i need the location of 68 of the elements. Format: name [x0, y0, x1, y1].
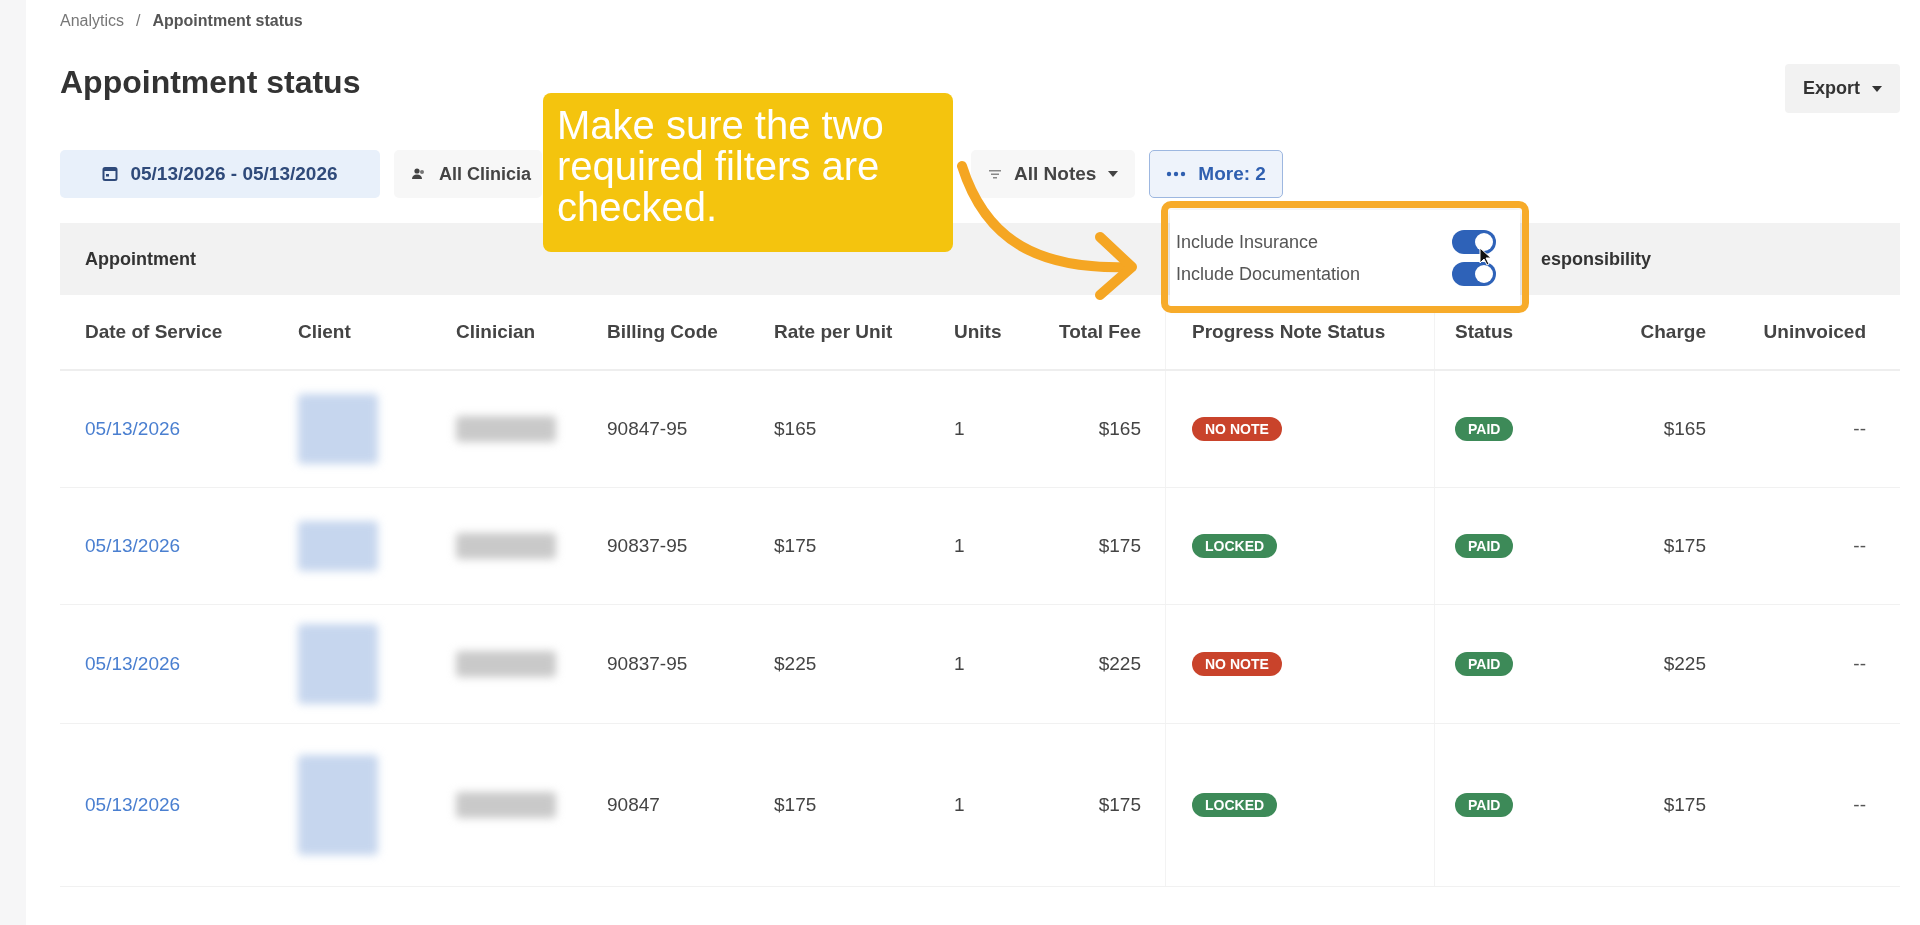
caret-icon — [1872, 85, 1882, 92]
status-badge: PAID — [1455, 417, 1514, 441]
calendar-icon — [102, 166, 119, 182]
page-title: Appointment status — [60, 66, 361, 98]
table-cell: $175 — [1663, 535, 1706, 557]
date-link[interactable]: 05/13/2026 — [85, 535, 181, 557]
table-cell: $175 — [1663, 794, 1706, 816]
cursor-icon — [1479, 247, 1493, 267]
toggle-switch[interactable] — [1452, 230, 1496, 254]
column-header: Clinician — [455, 320, 537, 344]
table-cell: -- — [1853, 653, 1866, 675]
people-icon — [411, 167, 427, 181]
column-header: Units — [953, 320, 1003, 344]
column-group-label: Appointment — [84, 248, 196, 270]
table-cell: $175 — [774, 794, 817, 816]
filter-button[interactable]: More: 2 — [1149, 150, 1283, 198]
table-cell: 90837-95 — [607, 535, 688, 557]
table-cell: -- — [1853, 535, 1866, 557]
table-cell: $165 — [1663, 418, 1706, 440]
more-icon — [1166, 171, 1187, 177]
column-header: Rate per Unit — [773, 320, 894, 344]
table-cell: 1 — [954, 653, 965, 675]
breadcrumb-current: Appointment status — [152, 12, 303, 30]
option-label: Include Insurance — [1176, 231, 1319, 253]
note-status-badge: LOCKED — [1192, 534, 1278, 558]
note-status-badge: NO NOTE — [1192, 417, 1282, 441]
table-cell: 90847 — [607, 794, 660, 816]
table-cell: $165 — [1098, 418, 1141, 440]
table-cell: $225 — [1098, 653, 1141, 675]
table-cell: $175 — [774, 535, 817, 557]
date-link[interactable]: 05/13/2026 — [85, 418, 181, 440]
column-header: Uninvoiced — [1762, 320, 1867, 344]
filter-button[interactable]: All Notes — [971, 150, 1136, 198]
breadcrumb-link[interactable]: Analytics — [60, 12, 125, 30]
filter-icon — [988, 168, 1002, 180]
table-cell: 1 — [954, 535, 965, 557]
toggle-switch[interactable] — [1452, 262, 1496, 286]
column-header: Charge — [1639, 320, 1707, 344]
column-header: Date of Service — [84, 320, 224, 344]
caret-icon — [1108, 171, 1119, 177]
table-cell: -- — [1853, 794, 1866, 816]
export-button[interactable]: Export — [1785, 64, 1900, 113]
table-cell: $165 — [774, 418, 817, 440]
date-link[interactable]: 05/13/2026 — [85, 653, 181, 675]
table-cell: $175 — [1098, 794, 1141, 816]
table-cell: -- — [1853, 418, 1866, 440]
filter-button[interactable]: 05/13/2026 - 05/13/2026 — [60, 150, 380, 198]
table-cell: $225 — [774, 653, 817, 675]
table-cell: 1 — [954, 418, 965, 440]
column-header: Client — [297, 320, 352, 344]
filter-button[interactable]: All Clinicia — [394, 150, 542, 198]
table-cell: $175 — [1098, 535, 1141, 557]
date-link[interactable]: 05/13/2026 — [85, 794, 181, 816]
table-cell: 90847-95 — [607, 418, 688, 440]
breadcrumb-separator: / — [136, 12, 141, 30]
note-status-badge: NO NOTE — [1192, 652, 1282, 676]
status-badge: PAID — [1455, 652, 1514, 676]
note-status-badge: LOCKED — [1192, 793, 1278, 817]
column-header: Billing Code — [606, 320, 719, 344]
column-header: Total Fee — [1058, 320, 1142, 344]
table-cell: 90837-95 — [607, 653, 688, 675]
column-group-label: esponsibility — [1541, 248, 1652, 270]
table-cell: $225 — [1663, 653, 1706, 675]
status-badge: PAID — [1455, 793, 1514, 817]
callout-note: Make sure the two required filters are checked. — [543, 93, 953, 252]
status-badge: PAID — [1455, 534, 1514, 558]
option-label: Include Documentation — [1176, 263, 1361, 285]
table-cell: 1 — [954, 794, 965, 816]
